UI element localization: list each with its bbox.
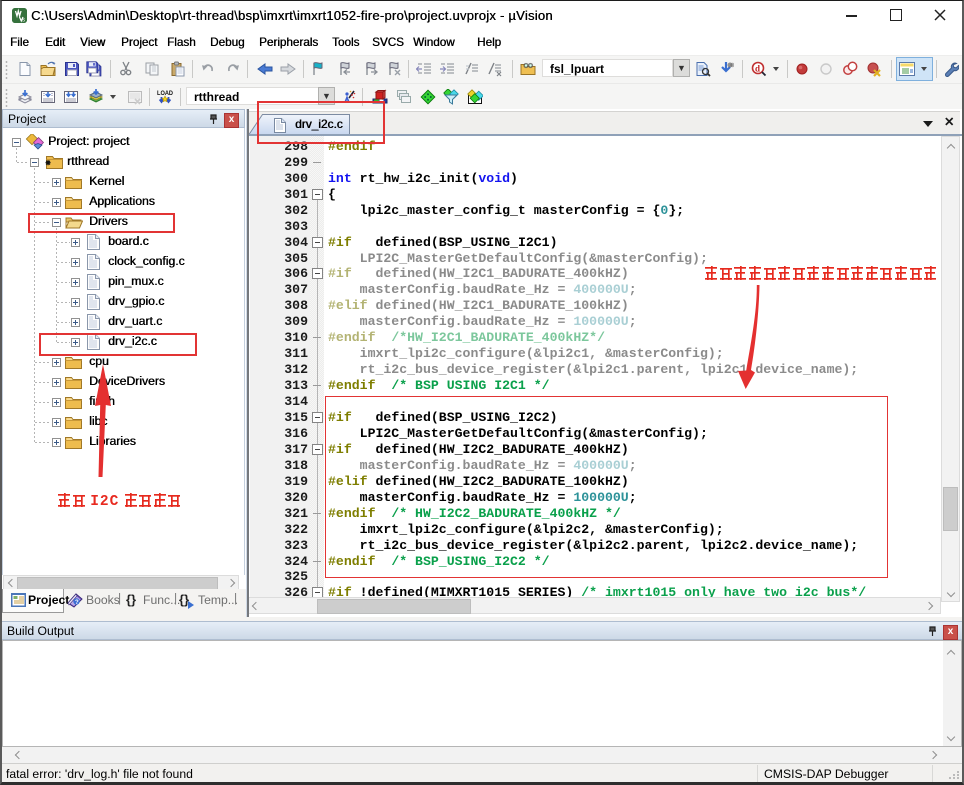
svg-text:s: s: [22, 18, 25, 23]
svg-text:?: ?: [75, 600, 79, 606]
svg-text:d: d: [755, 64, 760, 74]
